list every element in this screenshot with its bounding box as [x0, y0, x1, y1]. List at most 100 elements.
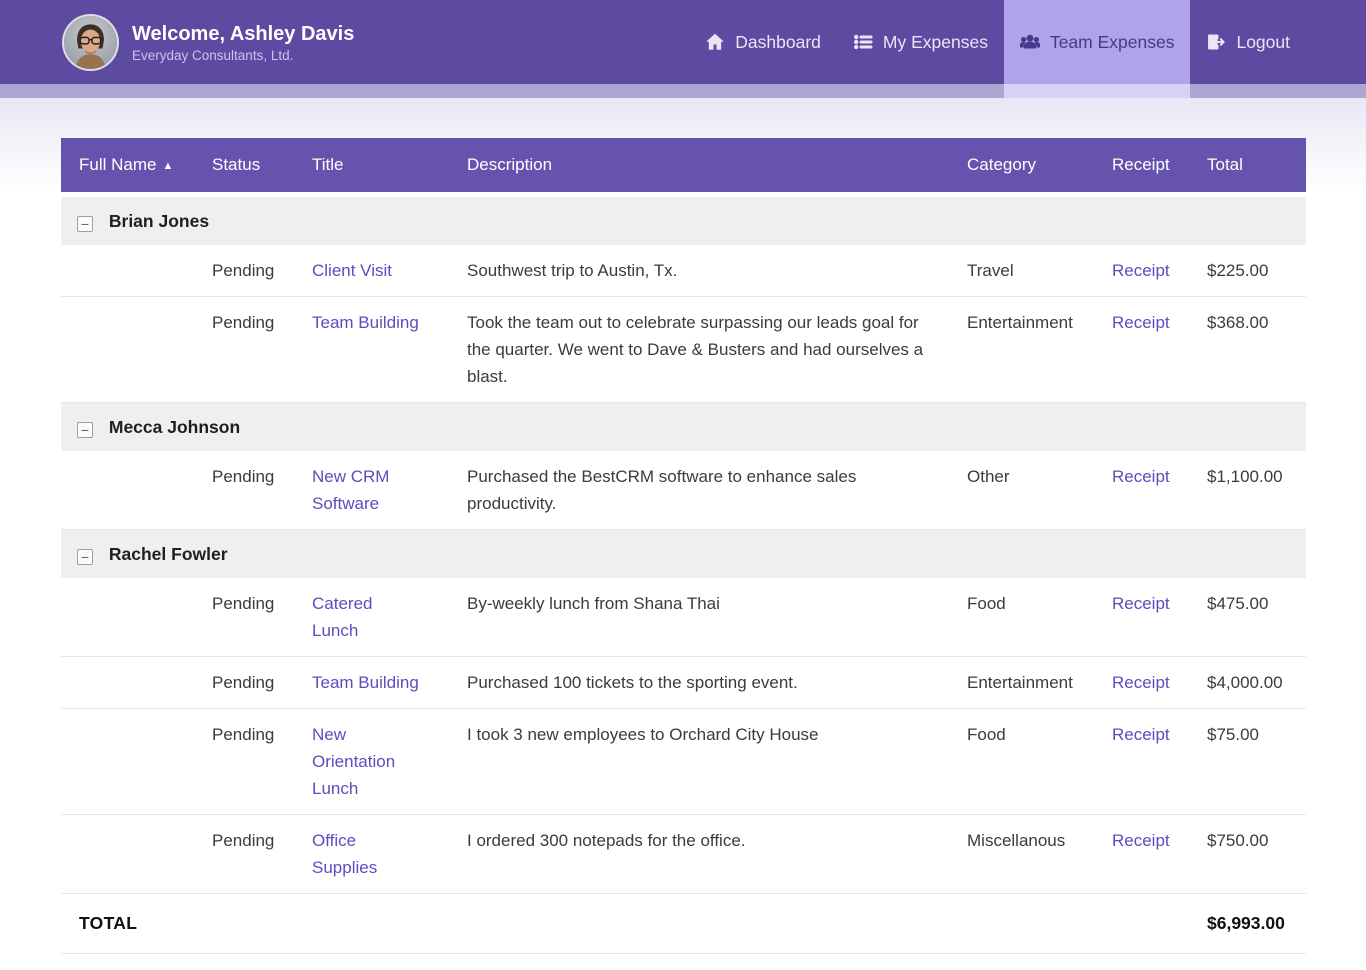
page-content: Full Name ▲ Status Title Description Cate… [0, 98, 1366, 970]
column-header-description[interactable]: Description [455, 138, 955, 194]
user-avatar [62, 14, 119, 71]
status-cell: Pending [200, 708, 300, 814]
expense-title-link[interactable]: Catered Lunch [312, 594, 372, 640]
receipt-link[interactable]: Receipt [1112, 313, 1170, 332]
status-cell: Pending [200, 656, 300, 708]
description-cell: Took the team out to celebrate surpassin… [455, 296, 955, 402]
status-cell: Pending [200, 451, 300, 530]
top-navbar: Welcome, Ashley Davis Everyday Consultan… [0, 0, 1366, 98]
total-cell: $75.00 [1195, 708, 1306, 814]
receipt-link[interactable]: Receipt [1112, 261, 1170, 280]
team-icon [1020, 32, 1040, 52]
nav-item-dashboard[interactable]: Dashboard [689, 0, 837, 98]
full-name-cell [61, 814, 200, 893]
description-cell: I ordered 300 notepads for the office. [455, 814, 955, 893]
total-cell: $225.00 [1195, 245, 1306, 297]
employee-name: Rachel Fowler [109, 544, 228, 564]
column-header-label: Full Name [79, 155, 156, 174]
total-cell: $1,100.00 [1195, 451, 1306, 530]
total-cell: $368.00 [1195, 296, 1306, 402]
total-cell: $750.00 [1195, 814, 1306, 893]
expense-table-body: − Brian Jones Pending Client Visit South… [61, 194, 1306, 893]
expense-title-link[interactable]: New Orientation Lunch [312, 725, 395, 798]
receipt-link[interactable]: Receipt [1112, 673, 1170, 692]
expense-title-link[interactable]: Team Building [312, 673, 419, 692]
description-cell: By-weekly lunch from Shana Thai [455, 578, 955, 657]
receipt-link[interactable]: Receipt [1112, 467, 1170, 486]
employee-group-row: − Mecca Johnson [61, 402, 1306, 451]
column-header-full-name[interactable]: Full Name ▲ [61, 138, 200, 194]
grand-total-value: $6,993.00 [1195, 893, 1306, 953]
employee-group-row: − Rachel Fowler [61, 529, 1306, 578]
employee-name: Brian Jones [109, 211, 209, 231]
category-cell: Food [955, 708, 1100, 814]
collapse-group-icon[interactable]: − [77, 216, 93, 232]
company-name: Everyday Consultants, Ltd. [132, 48, 354, 63]
collapse-group-icon[interactable]: − [77, 422, 93, 438]
category-cell: Food [955, 578, 1100, 657]
receipt-link[interactable]: Receipt [1112, 594, 1170, 613]
collapse-group-icon[interactable]: − [77, 549, 93, 565]
nav-item-logout[interactable]: Logout [1190, 0, 1306, 98]
column-header-status[interactable]: Status [200, 138, 300, 194]
list-icon [853, 32, 873, 52]
full-name-cell [61, 578, 200, 657]
expense-title-link[interactable]: Team Building [312, 313, 419, 332]
employee-group-row: − Brian Jones [61, 194, 1306, 245]
column-header-total[interactable]: Total [1195, 138, 1306, 194]
welcome-title: Welcome, Ashley Davis [132, 22, 354, 46]
welcome-text-block: Welcome, Ashley Davis Everyday Consultan… [132, 22, 354, 63]
avatar-photo [64, 16, 117, 69]
home-icon [705, 32, 725, 52]
column-header-title[interactable]: Title [300, 138, 455, 194]
expense-row: Pending Client Visit Southwest trip to A… [61, 245, 1306, 297]
nav-item-team-expenses[interactable]: Team Expenses [1004, 0, 1191, 98]
status-cell: Pending [200, 814, 300, 893]
category-cell: Entertainment [955, 656, 1100, 708]
main-nav: Dashboard My Expenses Team Expenses [689, 0, 1306, 98]
expense-title-link[interactable]: Client Visit [312, 261, 392, 280]
column-header-receipt[interactable]: Receipt [1100, 138, 1195, 194]
nav-item-label: My Expenses [883, 32, 988, 53]
status-cell: Pending [200, 578, 300, 657]
expense-row: Pending Office Supplies I ordered 300 no… [61, 814, 1306, 893]
category-cell: Entertainment [955, 296, 1100, 402]
team-expenses-table: Full Name ▲ Status Title Description Cate… [61, 138, 1306, 954]
nav-item-label: Logout [1236, 32, 1290, 53]
full-name-cell [61, 245, 200, 297]
category-cell: Travel [955, 245, 1100, 297]
expense-title-link[interactable]: New CRM Software [312, 467, 389, 513]
nav-item-label: Team Expenses [1050, 32, 1175, 53]
expense-row: Pending Team Building Took the team out … [61, 296, 1306, 402]
category-cell: Miscellanous [955, 814, 1100, 893]
grand-total-label: TOTAL [61, 893, 1195, 953]
full-name-cell [61, 656, 200, 708]
description-cell: I took 3 new employees to Orchard City H… [455, 708, 955, 814]
expense-row: Pending Team Building Purchased 100 tick… [61, 656, 1306, 708]
full-name-cell [61, 708, 200, 814]
receipt-link[interactable]: Receipt [1112, 831, 1170, 850]
total-cell: $475.00 [1195, 578, 1306, 657]
total-cell: $4,000.00 [1195, 656, 1306, 708]
expense-row: Pending Catered Lunch By-weekly lunch fr… [61, 578, 1306, 657]
description-cell: Purchased 100 tickets to the sporting ev… [455, 656, 955, 708]
description-cell: Southwest trip to Austin, Tx. [455, 245, 955, 297]
nav-item-my-expenses[interactable]: My Expenses [837, 0, 1004, 98]
nav-item-label: Dashboard [735, 32, 821, 53]
expense-row: Pending New CRM Software Purchased the B… [61, 451, 1306, 530]
category-cell: Other [955, 451, 1100, 530]
status-cell: Pending [200, 245, 300, 297]
receipt-link[interactable]: Receipt [1112, 725, 1170, 744]
expense-row: Pending New Orientation Lunch I took 3 n… [61, 708, 1306, 814]
full-name-cell [61, 296, 200, 402]
grand-total-row: TOTAL $6,993.00 [61, 893, 1306, 953]
status-cell: Pending [200, 296, 300, 402]
description-cell: Purchased the BestCRM software to enhanc… [455, 451, 955, 530]
sort-ascending-icon: ▲ [162, 160, 173, 172]
expense-title-link[interactable]: Office Supplies [312, 831, 377, 877]
full-name-cell [61, 451, 200, 530]
user-welcome-block: Welcome, Ashley Davis Everyday Consultan… [0, 0, 354, 98]
logout-icon [1206, 32, 1226, 52]
column-header-category[interactable]: Category [955, 138, 1100, 194]
employee-name: Mecca Johnson [109, 417, 240, 437]
